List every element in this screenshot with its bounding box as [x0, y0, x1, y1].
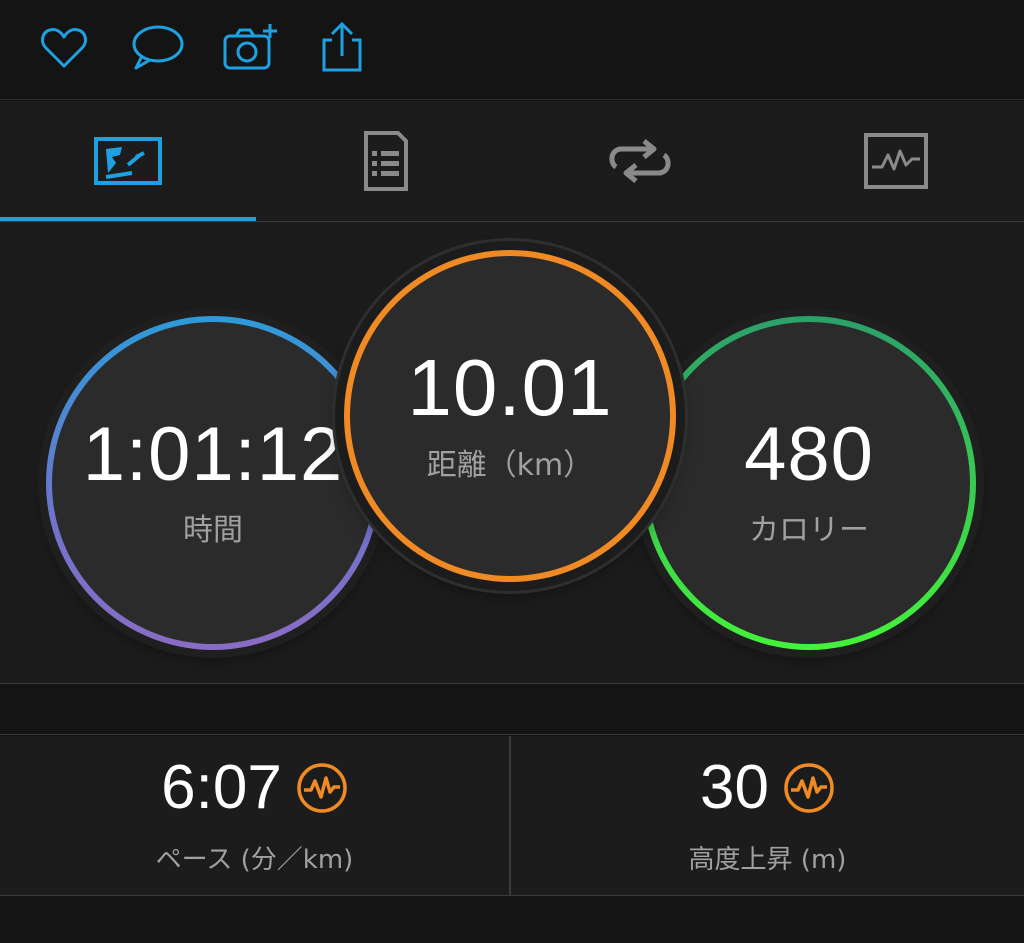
stats-panel: 6:07 ペース (分／km) 30 高度上昇 (m): [0, 736, 1024, 896]
details-icon: [364, 131, 408, 191]
pace-label: ペース (分／km): [155, 844, 354, 875]
heart-icon[interactable]: [36, 20, 92, 76]
heart-rate-icon: [297, 762, 347, 813]
tab-laps[interactable]: [512, 101, 768, 221]
pace-value: 6:07: [161, 752, 282, 822]
share-icon[interactable]: [314, 20, 370, 76]
elevation-stat[interactable]: 30 高度上昇 (m): [512, 736, 1023, 896]
elevation-value: 30: [700, 752, 769, 822]
tab-charts[interactable]: [768, 101, 1024, 221]
distance-label: 距離（km）: [426, 448, 594, 483]
time-value: 1:01:12: [82, 412, 344, 497]
distance-value: 10.01: [407, 343, 613, 432]
calories-label: カロリー: [749, 513, 869, 548]
time-ring[interactable]: 1:01:12 時間: [46, 316, 380, 650]
tab-overview[interactable]: [0, 101, 256, 221]
add-photo-icon[interactable]: [222, 20, 278, 76]
bottom-band: [0, 897, 1024, 943]
summary-rings: 1:01:12 時間 480 カロリー 10.01 距離（km）: [0, 222, 1024, 684]
charts-icon: [864, 133, 928, 189]
action-bar: [0, 0, 1024, 100]
elevation-label: 高度上昇 (m): [688, 844, 847, 875]
tab-details[interactable]: [256, 101, 512, 221]
laps-icon: [609, 139, 671, 183]
heart-rate-icon: [784, 762, 834, 813]
overview-icon: [94, 137, 162, 185]
distance-ring[interactable]: 10.01 距離（km）: [344, 250, 676, 582]
section-gap: [0, 685, 1024, 735]
pace-stat[interactable]: 6:07 ペース (分／km): [0, 736, 511, 896]
comment-icon[interactable]: [128, 20, 184, 76]
tab-selected-indicator: [0, 217, 256, 221]
calories-ring[interactable]: 480 カロリー: [642, 316, 976, 650]
tab-bar: [0, 101, 1024, 222]
time-label: 時間: [183, 513, 243, 548]
calories-value: 480: [744, 412, 874, 497]
